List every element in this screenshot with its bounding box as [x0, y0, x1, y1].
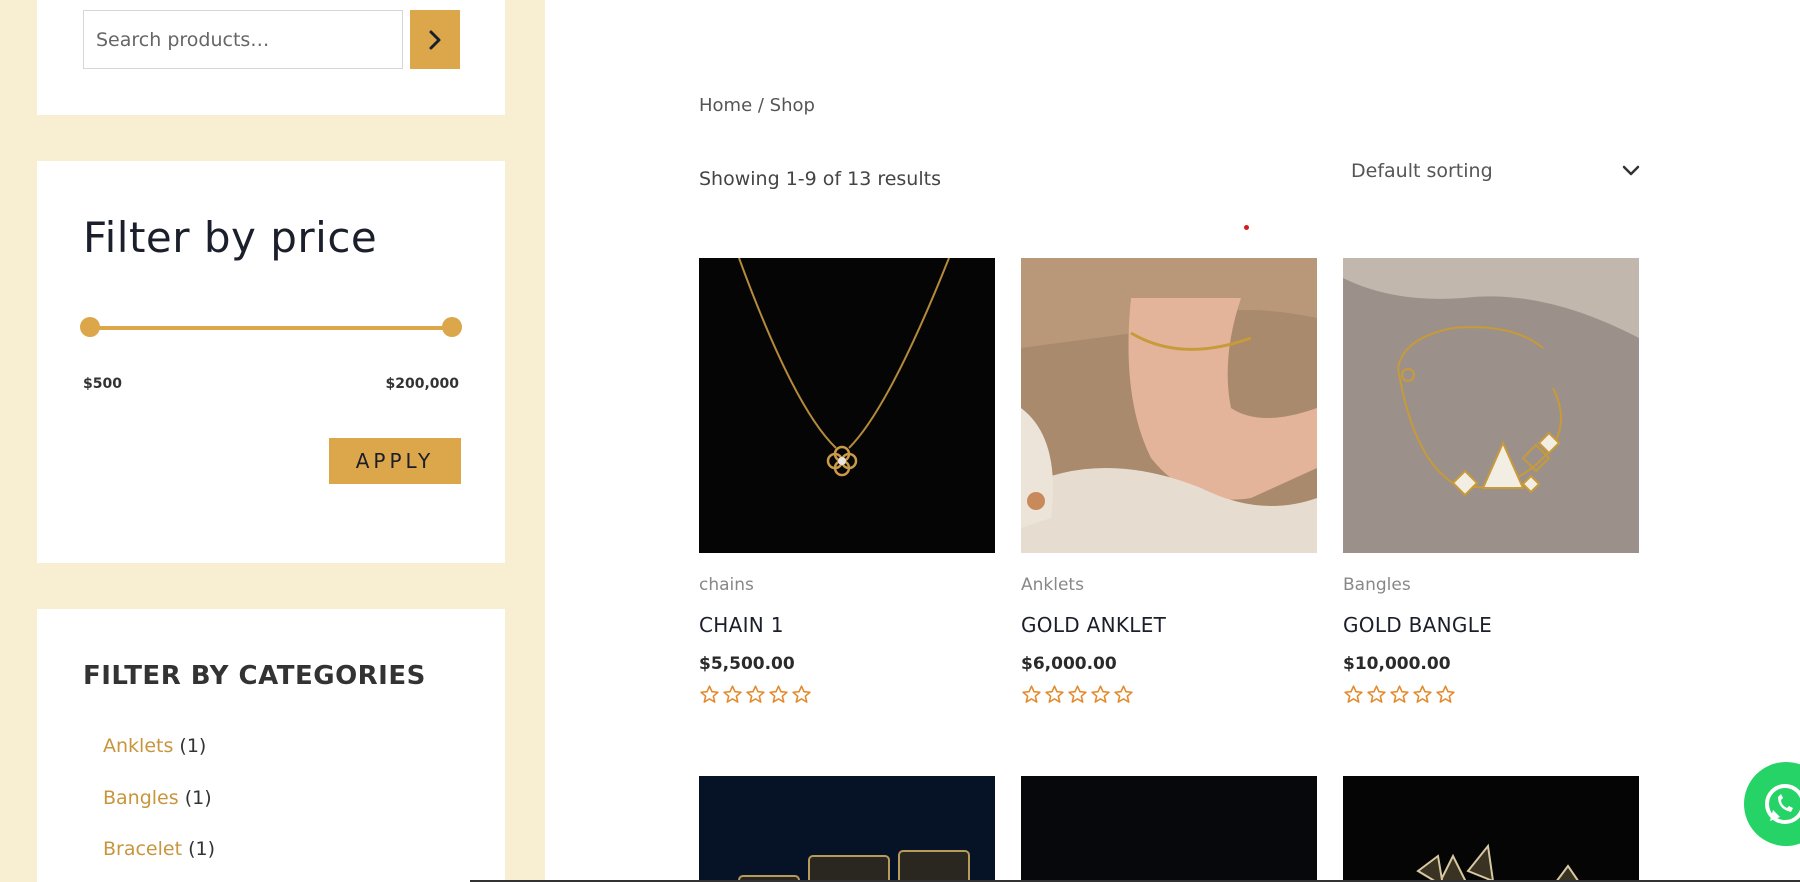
star-outline-icon — [1114, 685, 1133, 703]
breadcrumb[interactable]: Home / Shop — [699, 95, 815, 116]
product-rating — [699, 684, 812, 705]
product-card[interactable]: Anklets GOLD ANKLET $6,000.00 — [1021, 258, 1317, 703]
chevron-right-icon — [429, 30, 441, 49]
star-outline-icon — [1068, 685, 1087, 703]
product-price: $5,500.00 — [699, 654, 795, 674]
product-image-dark[interactable] — [1021, 776, 1317, 882]
whatsapp-icon — [1765, 784, 1800, 824]
price-max-label: $200,000 — [385, 376, 459, 392]
whatsapp-chat-button[interactable] — [1744, 762, 1800, 846]
product-price: $10,000.00 — [1343, 654, 1451, 674]
product-title[interactable]: CHAIN 1 — [699, 613, 784, 637]
price-slider-track[interactable] — [89, 326, 453, 330]
product-price: $6,000.00 — [1021, 654, 1117, 674]
product-image-bangle[interactable] — [1343, 258, 1639, 553]
star-outline-icon — [1413, 685, 1432, 703]
star-outline-icon — [723, 685, 742, 703]
category-link[interactable]: Anklets — [103, 735, 173, 757]
product-category[interactable]: Anklets — [1021, 575, 1084, 595]
search-widget — [37, 0, 505, 115]
star-outline-icon — [1045, 685, 1064, 703]
category-item-anklets: Anklets (1) — [103, 735, 206, 757]
indicator-dot — [1244, 225, 1249, 230]
product-title[interactable]: GOLD BANGLE — [1343, 613, 1492, 637]
star-outline-icon — [1022, 685, 1041, 703]
product-image-gold-bars[interactable] — [699, 776, 995, 882]
star-outline-icon — [746, 685, 765, 703]
star-outline-icon — [700, 685, 719, 703]
search-button[interactable] — [410, 10, 460, 69]
price-filter-title: Filter by price — [83, 213, 378, 262]
sort-select[interactable]: Default sorting — [1351, 160, 1641, 190]
sort-selected-label: Default sorting — [1351, 160, 1493, 182]
price-slider-max-handle[interactable] — [442, 317, 462, 337]
star-outline-icon — [1436, 685, 1455, 703]
price-min-label: $500 — [83, 376, 122, 392]
product-category[interactable]: Bangles — [1343, 575, 1411, 595]
category-count: (1) — [179, 735, 207, 757]
star-outline-icon — [1091, 685, 1110, 703]
search-input[interactable] — [83, 10, 403, 69]
price-slider-min-handle[interactable] — [80, 317, 100, 337]
category-count: (1) — [188, 838, 216, 860]
category-item-bangles: Bangles (1) — [103, 787, 212, 809]
result-count: Showing 1-9 of 13 results — [699, 168, 941, 190]
product-rating — [1021, 684, 1134, 705]
product-image-necklace[interactable] — [699, 258, 995, 553]
product-card[interactable]: chains CHAIN 1 $5,500.00 — [699, 258, 995, 703]
star-outline-icon — [1344, 685, 1363, 703]
chevron-down-icon — [1622, 165, 1640, 176]
product-category[interactable]: chains — [699, 575, 754, 595]
star-outline-icon — [792, 685, 811, 703]
category-link[interactable]: Bracelet — [103, 838, 182, 860]
apply-button[interactable]: APPLY — [329, 438, 461, 484]
product-rating — [1343, 684, 1456, 705]
star-outline-icon — [769, 685, 788, 703]
category-link[interactable]: Bangles — [103, 787, 179, 809]
price-filter-widget: Filter by price $500 $200,000 APPLY — [37, 161, 505, 563]
product-image-anklet[interactable] — [1021, 258, 1317, 553]
star-outline-icon — [1367, 685, 1386, 703]
category-item-bracelet: Bracelet (1) — [103, 838, 215, 860]
star-outline-icon — [1390, 685, 1409, 703]
categories-widget: FILTER BY CATEGORIES Anklets (1) Bangles… — [37, 609, 505, 882]
product-image-earrings[interactable] — [1343, 776, 1639, 882]
product-title[interactable]: GOLD ANKLET — [1021, 613, 1166, 637]
category-count: (1) — [184, 787, 212, 809]
categories-title: FILTER BY CATEGORIES — [83, 661, 426, 691]
product-card[interactable]: Bangles GOLD BANGLE $10,000.00 — [1343, 258, 1639, 703]
